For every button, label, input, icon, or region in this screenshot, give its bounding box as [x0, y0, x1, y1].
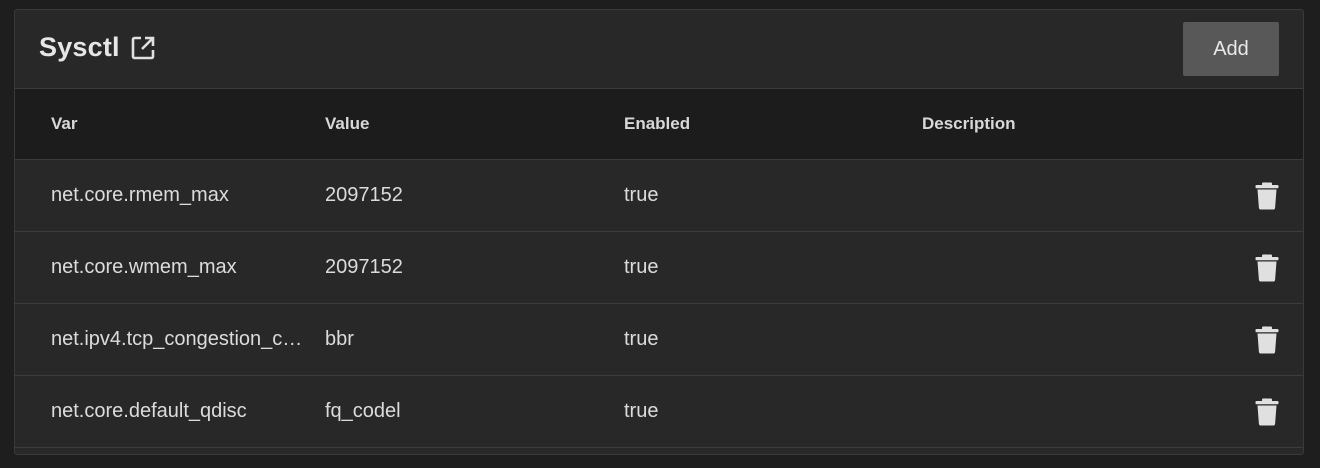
- card-header: Sysctl Add: [15, 10, 1303, 89]
- cell-value: 2097152: [325, 256, 403, 278]
- trash-icon[interactable]: [1255, 326, 1279, 354]
- page-title: Sysctl: [39, 32, 120, 62]
- column-header-value[interactable]: Value: [325, 89, 605, 159]
- table-header: Var Value Enabled Description: [15, 89, 1303, 160]
- card-title: Sysctl: [39, 32, 156, 63]
- column-header-var[interactable]: Var: [51, 89, 311, 159]
- sysctl-table: Var Value Enabled Description net.core.r…: [15, 89, 1303, 448]
- cell-value: fq_codel: [325, 400, 401, 422]
- table-row[interactable]: net.core.rmem_max 2097152 true: [15, 160, 1303, 232]
- cell-enabled: true: [624, 184, 659, 206]
- cell-var: net.core.rmem_max: [51, 184, 229, 206]
- trash-icon[interactable]: [1255, 254, 1279, 282]
- column-header-description[interactable]: Description: [922, 89, 1222, 159]
- table-row[interactable]: net.core.wmem_max 2097152 true: [15, 232, 1303, 304]
- cell-description: [922, 376, 1222, 447]
- cell-description: [922, 304, 1222, 375]
- cell-enabled: true: [624, 328, 659, 350]
- cell-var: net.core.wmem_max: [51, 256, 237, 278]
- table-row[interactable]: net.ipv4.tcp_congestion_control bbr true: [15, 304, 1303, 376]
- sysctl-card: Sysctl Add Var Value Enabled Description…: [14, 9, 1304, 455]
- column-header-enabled[interactable]: Enabled: [624, 89, 904, 159]
- cell-var: net.ipv4.tcp_congestion_control: [51, 328, 311, 350]
- add-button[interactable]: Add: [1183, 22, 1279, 76]
- cell-description: [922, 232, 1222, 303]
- cell-value: 2097152: [325, 184, 403, 206]
- trash-icon[interactable]: [1255, 398, 1279, 426]
- cell-enabled: true: [624, 256, 659, 278]
- trash-icon[interactable]: [1255, 182, 1279, 210]
- cell-enabled: true: [624, 400, 659, 422]
- cell-description: [922, 160, 1222, 231]
- cell-value: bbr: [325, 328, 354, 350]
- cell-var: net.core.default_qdisc: [51, 400, 247, 422]
- open-in-new-icon[interactable]: [130, 35, 156, 61]
- table-row[interactable]: net.core.default_qdisc fq_codel true: [15, 376, 1303, 448]
